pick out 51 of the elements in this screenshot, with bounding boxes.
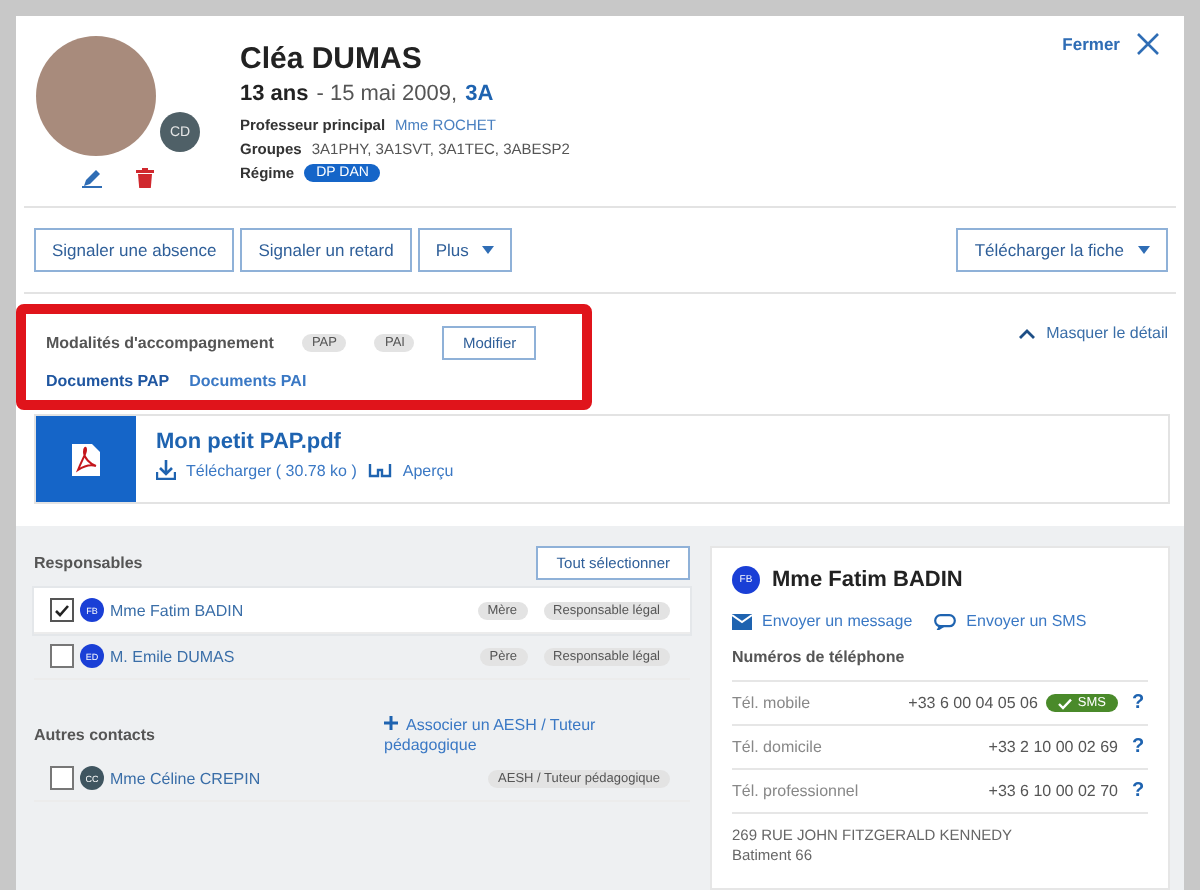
- phone-number: +33 2 10 00 02 69: [988, 738, 1118, 756]
- action-button[interactable]: Signaler un retard: [240, 228, 412, 272]
- contact-name-link[interactable]: Mme Fatim BADIN: [110, 601, 478, 619]
- help-link[interactable]: ?: [1132, 692, 1148, 714]
- plus-icon: [384, 716, 398, 730]
- checkbox[interactable]: [50, 766, 74, 790]
- pdf-icon: [72, 443, 100, 475]
- check-icon: [54, 603, 70, 617]
- speech-bubble-icon: [934, 613, 957, 629]
- caret-icon: [482, 246, 495, 254]
- file-name-link[interactable]: Mon petit PAP.pdf: [156, 430, 454, 454]
- associate-link[interactable]: Associer un AESH / Tuteur pédagogique: [384, 716, 634, 756]
- class-link[interactable]: 3A: [465, 82, 494, 106]
- student-age: 13 ans: [240, 82, 309, 106]
- phone-number: +33 6 10 00 02 70: [988, 782, 1118, 800]
- send-message-link[interactable]: Envoyer un message: [732, 612, 913, 630]
- chevron-up-icon: [1018, 327, 1037, 339]
- checkbox[interactable]: [50, 644, 74, 668]
- phone-number: +33 6 00 04 05 06: [908, 694, 1038, 712]
- trash-icon: [136, 168, 154, 188]
- help-link[interactable]: ?: [1132, 780, 1148, 802]
- toggle-detail-link[interactable]: Masquer le détail: [1018, 324, 1168, 342]
- student-name: Cléa DUMAS: [240, 42, 424, 76]
- tab[interactable]: Documents PAP: [46, 372, 170, 390]
- phone-label: Tél. professionnel: [732, 782, 861, 800]
- section-title: Numéros de téléphone: [732, 648, 1148, 682]
- download-icon: [156, 460, 176, 480]
- help-link[interactable]: ?: [1132, 736, 1148, 758]
- birth-date: - 15 mai 2009,: [316, 82, 458, 106]
- section-title: Autres contacts: [34, 724, 157, 744]
- tab[interactable]: Documents PAI: [189, 372, 307, 390]
- pencil-icon: [82, 168, 102, 188]
- caret-icon: [1138, 246, 1150, 254]
- download-link[interactable]: Télécharger ( 30.78 ko ): [156, 460, 357, 480]
- section-label: Modalités d'accompagnement: [46, 334, 274, 352]
- phone-label: Tél. domicile: [732, 738, 824, 756]
- dropdown-button[interactable]: Plus: [417, 228, 513, 272]
- envelope-icon: [732, 613, 752, 629]
- checkbox[interactable]: [50, 598, 74, 622]
- contact-name-link[interactable]: M. Emile DUMAS: [110, 647, 480, 665]
- send-sms-link[interactable]: Envoyer un SMS: [934, 612, 1087, 630]
- close-button[interactable]: Fermer: [1062, 32, 1160, 56]
- contact-name-link[interactable]: Mme Céline CREPIN: [110, 769, 489, 787]
- preview-link[interactable]: Aperçu: [368, 460, 454, 480]
- section-title: Responsables: [34, 554, 143, 572]
- contact-name: Mme Fatim BADIN: [772, 568, 963, 592]
- action-button[interactable]: Signaler une absence: [34, 228, 235, 272]
- close-icon: [1136, 32, 1160, 56]
- check-icon: [1057, 697, 1072, 709]
- dropdown-button[interactable]: Télécharger la fiche: [956, 228, 1168, 272]
- phone-label: Tél. mobile: [732, 694, 813, 712]
